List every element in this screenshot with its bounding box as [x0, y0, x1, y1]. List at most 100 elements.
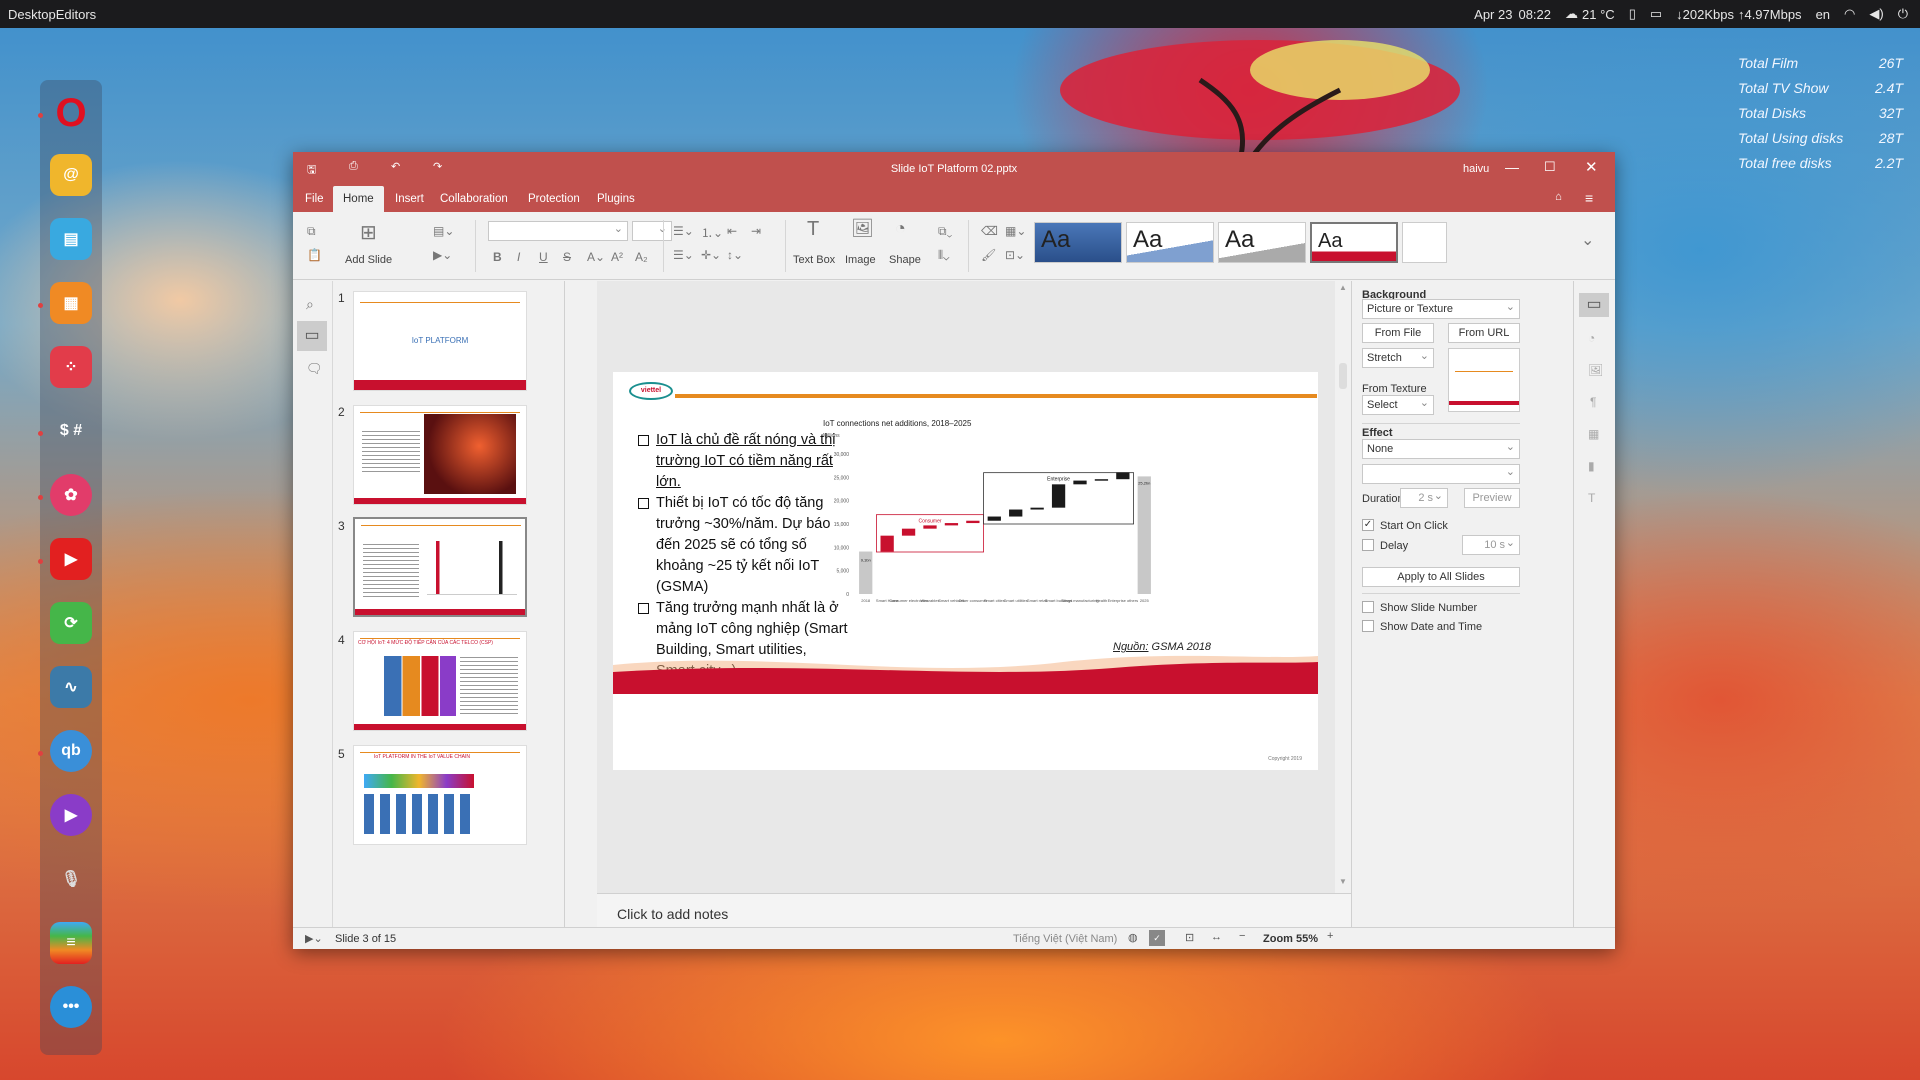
text-box-button[interactable]: Text Box [793, 254, 835, 266]
show-date-time-checkbox[interactable] [1362, 620, 1374, 632]
user-name[interactable]: haivu [1463, 163, 1489, 175]
opera-icon[interactable]: O [50, 91, 92, 135]
subscript-icon[interactable]: A₂ [635, 250, 648, 264]
shape-settings-icon[interactable]: ◔ [1588, 331, 1595, 345]
theme-option-selected[interactable]: Aa [1310, 222, 1398, 263]
more-apps-icon[interactable]: ••• [50, 986, 92, 1028]
fit-width-icon[interactable]: ↔ [1211, 931, 1222, 943]
iot-connections-chart[interactable]: IoT connections net additions, 2018–2025… [821, 416, 1181, 636]
strikethrough-icon[interactable]: S [563, 250, 571, 264]
slide-settings-icon[interactable]: ▭ [1579, 293, 1609, 317]
editor-vertical-scrollbar[interactable]: ▲ ▼ [1335, 281, 1351, 893]
qbittorrent-icon[interactable]: qb [50, 730, 92, 772]
paragraph-settings-icon[interactable]: ¶ [1590, 395, 1596, 409]
time-label[interactable]: 08:22 [1518, 7, 1551, 22]
decrease-indent-icon[interactable]: ⇤ [727, 224, 737, 238]
notes-area[interactable]: Click to add notes [597, 893, 1373, 927]
start-on-click-checkbox[interactable]: ✓ [1362, 519, 1374, 531]
paste-icon[interactable]: 📋 [307, 248, 322, 262]
screen-icon[interactable]: ▭ [1650, 6, 1662, 22]
update-icon[interactable]: ⟳ [50, 602, 92, 644]
arrange-icon[interactable]: ⧉⌄ [938, 224, 952, 239]
underline-icon[interactable]: U [539, 250, 548, 264]
mail-icon[interactable]: @ [50, 154, 92, 196]
shape-button[interactable]: Shape [889, 254, 921, 266]
tab-file[interactable]: File [295, 186, 334, 212]
language-icon[interactable]: ◍ [1128, 931, 1138, 944]
stretch-select[interactable]: Stretch [1362, 348, 1434, 368]
valign-icon[interactable]: ✛⌄ [701, 248, 721, 262]
texture-select[interactable]: Select [1362, 395, 1434, 415]
slide-thumbnail[interactable]: IoT PLATFORM [353, 291, 527, 391]
comments-icon[interactable]: 🗨 [306, 361, 323, 377]
archive-icon[interactable]: ▦ [50, 282, 92, 324]
hamburger-menu-icon[interactable]: ≡ [1585, 190, 1593, 206]
scroll-thumb[interactable] [1339, 363, 1347, 389]
launcher-icon[interactable]: ✿ [50, 474, 92, 516]
copy-icon[interactable]: ⧉ [307, 224, 316, 239]
weather-label[interactable]: 21 °C [1582, 7, 1615, 22]
fill-type-select[interactable]: Picture or Texture [1362, 299, 1520, 319]
slide-thumbnail-selected[interactable] [353, 517, 527, 617]
image-icon[interactable]: 🖼 [851, 218, 874, 239]
dashboard-icon[interactable]: ⁘ [50, 346, 92, 388]
current-slide[interactable]: viettel IoT là chủ đề rất nóng và thị tr… [613, 372, 1318, 770]
duration-spinner[interactable]: 2 s [1400, 488, 1448, 508]
date-label[interactable]: Apr 23 [1474, 7, 1512, 22]
image-settings-icon[interactable]: 🖼 [1588, 363, 1603, 377]
zoom-out-icon[interactable]: − [1239, 930, 1245, 942]
theme-option[interactable]: Aa [1034, 222, 1122, 263]
apply-to-all-slides-button[interactable]: Apply to All Slides [1362, 567, 1520, 587]
tab-protection[interactable]: Protection [518, 186, 590, 212]
from-file-button[interactable]: From File [1362, 323, 1434, 343]
tab-collaboration[interactable]: Collaboration [430, 186, 518, 212]
copy-style-icon[interactable]: 🖌 [981, 248, 996, 262]
slide-play-icon[interactable]: ▶⌄ [433, 248, 452, 262]
theme-option[interactable] [1402, 222, 1447, 263]
delay-spinner[interactable]: 10 s [1462, 535, 1520, 555]
bullets-icon[interactable]: ☰⌄ [673, 224, 694, 238]
theme-option[interactable]: Aa [1126, 222, 1214, 263]
clear-style-icon[interactable]: ⌫ [981, 224, 998, 238]
search-icon[interactable]: ⌕ [306, 296, 314, 313]
layout-icon[interactable]: ▤⌄ [433, 224, 454, 238]
align-objects-icon[interactable]: ⫴⌄ [938, 248, 950, 263]
files-icon[interactable]: ▤ [50, 218, 92, 260]
add-slide-icon[interactable]: ⊞ [360, 220, 377, 245]
image-button[interactable]: Image [845, 254, 876, 266]
preview-button[interactable]: Preview [1464, 488, 1520, 508]
media-player-icon[interactable]: ▶ [50, 794, 92, 836]
language-indicator[interactable]: en [1816, 7, 1830, 22]
effect-select[interactable]: None [1362, 439, 1520, 459]
language-select[interactable]: Tiếng Việt (Việt Nam) [1013, 933, 1117, 945]
tab-plugins[interactable]: Plugins [587, 186, 645, 212]
bullet-item[interactable]: Thiết bị IoT có tốc độ tăng trưởng ~30%/… [638, 493, 848, 598]
text-box-icon[interactable]: T [807, 218, 819, 241]
open-location-icon[interactable]: ⌂ [1555, 191, 1562, 203]
italic-icon[interactable]: I [517, 250, 520, 264]
close-button[interactable]: ✕ [1585, 158, 1598, 176]
slide-thumbnail[interactable]: CƠ HỘI IoT: 4 MỨC ĐỘ TIẾP CẬN CỦA CÁC TE… [353, 631, 527, 731]
font-name-combo[interactable] [488, 221, 628, 241]
font-color-icon[interactable]: A⌄ [587, 250, 605, 264]
chart-settings-icon[interactable]: ▮ [1588, 459, 1595, 473]
add-slide-button[interactable]: Add Slide [345, 254, 392, 266]
show-slide-number-checkbox[interactable] [1362, 601, 1374, 613]
shape-icon[interactable]: ◔ [895, 218, 906, 239]
monitor-icon[interactable]: ∿ [50, 666, 92, 708]
youtube-icon[interactable]: ▶ [50, 538, 92, 580]
bold-icon[interactable]: B [493, 250, 502, 264]
superscript-icon[interactable]: A² [611, 250, 623, 264]
align-icon[interactable]: ☰⌄ [673, 248, 694, 262]
zoom-level[interactable]: Zoom 55% [1263, 933, 1318, 945]
from-url-button[interactable]: From URL [1448, 323, 1520, 343]
spellcheck-icon[interactable]: ✓ [1149, 930, 1165, 946]
line-spacing-icon[interactable]: ↕⌄ [727, 248, 743, 262]
terminal-icon[interactable]: $ # [50, 410, 92, 452]
tab-home[interactable]: Home [333, 186, 384, 212]
layers-icon[interactable]: ≡ [50, 922, 92, 964]
theme-option[interactable]: Aa [1218, 222, 1306, 263]
fit-slide-icon[interactable]: ⊡ [1185, 931, 1194, 944]
delay-checkbox[interactable] [1362, 539, 1374, 551]
power-icon[interactable]: ⏻ [1898, 6, 1908, 22]
